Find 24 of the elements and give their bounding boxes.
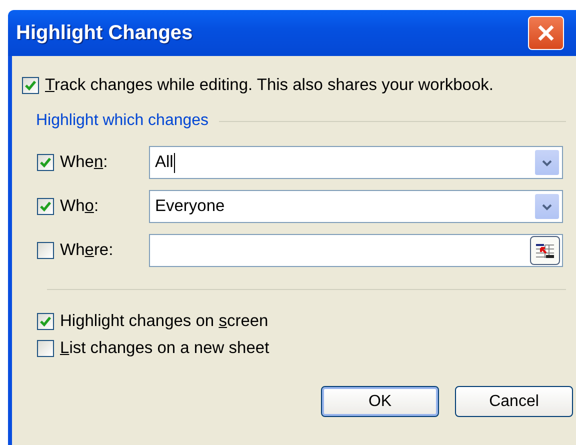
checkbox-label: Highlight changes on screen [60, 312, 268, 331]
filter-label: When: [60, 153, 108, 172]
checkbox[interactable] [37, 313, 54, 330]
group-title: Highlight which changes [36, 112, 209, 130]
dropdown-field[interactable]: All [149, 146, 563, 179]
dropdown-field[interactable]: Everyone [149, 190, 563, 223]
sheet-select-icon [535, 242, 555, 258]
checkbox[interactable] [37, 242, 54, 259]
checkbox[interactable] [37, 198, 54, 215]
close-button[interactable] [528, 16, 564, 50]
filter-label: Where: [60, 241, 114, 260]
filter-label: Who: [60, 197, 99, 216]
ok-button[interactable]: OK [321, 386, 439, 417]
checkbox[interactable] [37, 340, 54, 357]
range-picker-button[interactable] [530, 236, 560, 265]
field-value: Everyone [155, 197, 225, 216]
checkbox-label: List changes on a new sheet [60, 339, 270, 358]
window-title: Highlight Changes [16, 22, 194, 44]
cancel-button[interactable]: Cancel [455, 386, 573, 417]
checkbox[interactable] [22, 77, 39, 94]
field-value: All [155, 153, 174, 172]
checkbox[interactable] [37, 154, 54, 171]
input-field[interactable] [149, 234, 563, 267]
checkbox-label: Track changes while editing. This also shares your workbook. [45, 76, 494, 95]
